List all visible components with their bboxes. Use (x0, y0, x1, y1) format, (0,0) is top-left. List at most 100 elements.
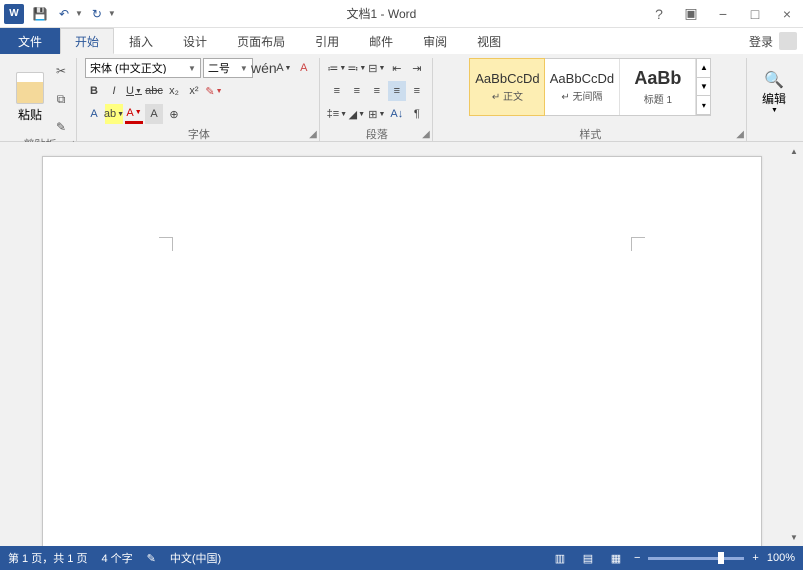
change-case-button[interactable]: A▼ (275, 58, 293, 78)
word-app-icon: W (4, 4, 24, 24)
styles-launcher-icon[interactable]: ◢ (736, 129, 744, 140)
gallery-down-icon[interactable]: ▼ (697, 78, 710, 97)
group-paragraph-label: 段落◢ (328, 126, 426, 140)
style-preview: AaBbCcDd (550, 71, 614, 86)
shading-button[interactable]: ◢▼ (348, 104, 366, 124)
qat-customize-icon[interactable]: ▼ (108, 9, 116, 18)
paste-icon (16, 72, 44, 104)
superscript-button[interactable]: x² (185, 81, 203, 101)
tab-view[interactable]: 视图 (462, 28, 516, 54)
font-name-combo[interactable]: ▼ (85, 58, 201, 78)
redo-icon[interactable]: ↻ (87, 4, 107, 24)
numbering-button[interactable]: ≕▼ (348, 58, 366, 78)
font-name-input[interactable] (90, 62, 186, 74)
font-outline-button[interactable]: A (85, 104, 103, 124)
align-right-button[interactable]: ≡ (368, 81, 386, 101)
undo-icon[interactable]: ↶ (54, 4, 74, 24)
style-normal[interactable]: AaBbCcDd ↵ 正文 (469, 58, 545, 116)
tab-insert[interactable]: 插入 (114, 28, 168, 54)
tab-home[interactable]: 开始 (60, 28, 114, 54)
vertical-scrollbar[interactable]: ▲ ▼ (787, 144, 801, 544)
tab-file[interactable]: 文件 (0, 28, 60, 54)
multilevel-button[interactable]: ⊟▼ (368, 58, 386, 78)
zoom-in-button[interactable]: + (752, 552, 758, 564)
minimize-button[interactable]: − (711, 4, 735, 24)
underline-button[interactable]: U▼ (125, 81, 143, 101)
style-no-spacing[interactable]: AaBbCcDd ↵ 无间隔 (544, 59, 620, 115)
strike-button[interactable]: abc (145, 81, 163, 101)
paste-button[interactable]: 粘贴 (10, 58, 50, 136)
char-shading-button[interactable]: A (145, 104, 163, 124)
margin-corner-tl (159, 237, 173, 251)
ribbon-display-button[interactable]: ▣ (679, 4, 703, 24)
clear-format-button[interactable]: A (295, 58, 313, 78)
status-language[interactable]: 中文(中国) (170, 550, 221, 566)
scroll-up-icon[interactable]: ▲ (787, 144, 801, 158)
undo-dropdown-icon[interactable]: ▼ (75, 9, 83, 18)
bold-button[interactable]: B (85, 81, 103, 101)
help-button[interactable]: ? (647, 4, 671, 24)
page-canvas[interactable] (42, 156, 762, 546)
tab-review[interactable]: 审阅 (408, 28, 462, 54)
decrease-indent-button[interactable]: ⇤ (388, 58, 406, 78)
view-web-icon[interactable]: ▦ (606, 549, 626, 567)
highlight-button[interactable]: ab▼ (105, 104, 123, 124)
group-editing-label (755, 126, 793, 140)
margin-corner-tr (631, 237, 645, 251)
paragraph-launcher-icon[interactable]: ◢ (422, 129, 430, 140)
tab-design[interactable]: 设计 (168, 28, 222, 54)
view-print-icon[interactable]: ▤ (578, 549, 598, 567)
status-word-count[interactable]: 4 个字 (101, 550, 132, 566)
borders-button[interactable]: ⊞▼ (368, 104, 386, 124)
text-effects-button[interactable]: ✎▼ (205, 81, 223, 101)
login-link[interactable]: 登录 (749, 33, 773, 50)
align-center-button[interactable]: ≡ (348, 81, 366, 101)
zoom-slider[interactable] (648, 557, 744, 560)
sort-button[interactable]: A↓ (388, 104, 406, 124)
document-area: ▲ ▼ (0, 142, 803, 546)
bullets-button[interactable]: ≔▼ (328, 58, 346, 78)
close-button[interactable]: × (775, 4, 799, 24)
editing-label: 编辑 (762, 90, 786, 107)
gallery-up-icon[interactable]: ▲ (697, 59, 710, 78)
align-justify-button[interactable]: ≡ (388, 81, 406, 101)
font-size-combo[interactable]: ▼ (203, 58, 253, 78)
increase-indent-button[interactable]: ⇥ (408, 58, 426, 78)
subscript-button[interactable]: x₂ (165, 81, 183, 101)
view-read-icon[interactable]: ▥ (550, 549, 570, 567)
save-icon[interactable]: 💾 (30, 4, 50, 24)
tab-mail[interactable]: 邮件 (354, 28, 408, 54)
zoom-thumb[interactable] (718, 552, 724, 564)
zoom-level[interactable]: 100% (767, 552, 795, 564)
scroll-track[interactable] (787, 158, 801, 530)
grow-font-button[interactable]: wén (255, 58, 273, 78)
chevron-down-icon[interactable]: ▼ (238, 64, 250, 73)
scroll-down-icon[interactable]: ▼ (787, 530, 801, 544)
ribbon-home: 粘贴 ✂ ⧉ ✎ 剪贴板◢ ▼ ▼ wén A▼ A B I (0, 54, 803, 142)
font-launcher-icon[interactable]: ◢ (309, 129, 317, 140)
align-left-button[interactable]: ≡ (328, 81, 346, 101)
tab-layout[interactable]: 页面布局 (222, 28, 300, 54)
group-editing: 🔍 编辑 ▼ (749, 58, 799, 142)
editing-button[interactable]: 🔍 编辑 ▼ (755, 58, 793, 126)
italic-button[interactable]: I (105, 81, 123, 101)
style-heading1[interactable]: AaBb 标题 1 (620, 59, 696, 115)
enclose-char-button[interactable]: ⊕ (165, 104, 183, 124)
gallery-more-icon[interactable]: ▾ (697, 96, 710, 115)
line-spacing-button[interactable]: ‡≡▼ (328, 104, 346, 124)
format-painter-button[interactable]: ✎ (52, 118, 70, 136)
maximize-button[interactable]: □ (743, 4, 767, 24)
style-name: 标题 1 (644, 91, 672, 106)
avatar-icon[interactable] (779, 32, 797, 50)
copy-button[interactable]: ⧉ (52, 90, 70, 108)
zoom-out-button[interactable]: − (634, 552, 640, 564)
tab-references[interactable]: 引用 (300, 28, 354, 54)
chevron-down-icon[interactable]: ▼ (186, 64, 198, 73)
status-proofing-icon[interactable]: ✎ (147, 552, 156, 565)
cut-button[interactable]: ✂ (52, 62, 70, 80)
status-page[interactable]: 第 1 页，共 1 页 (8, 550, 87, 566)
show-marks-button[interactable]: ¶ (408, 104, 426, 124)
font-size-input[interactable] (208, 62, 238, 74)
align-distributed-button[interactable]: ≡ (408, 81, 426, 101)
font-color-button[interactable]: A▼ (125, 104, 143, 124)
